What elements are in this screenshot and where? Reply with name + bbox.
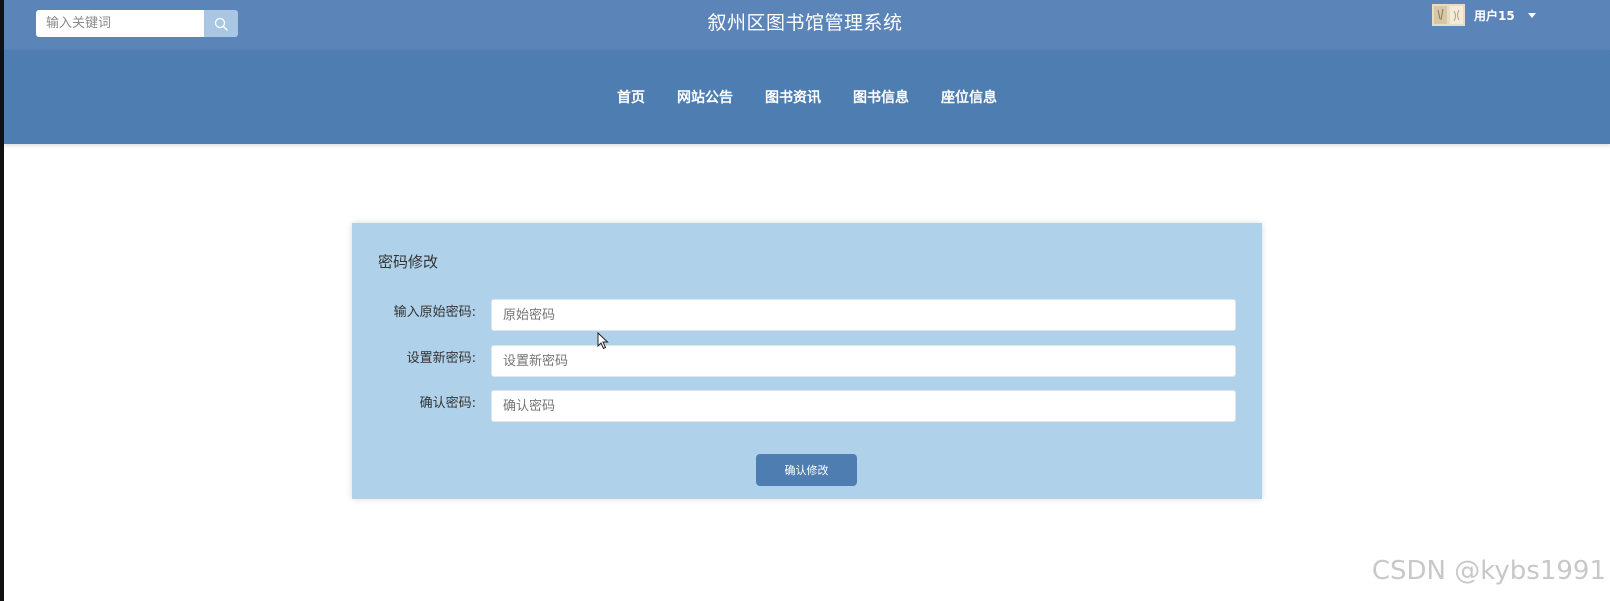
search-icon xyxy=(214,17,228,31)
new-password-label: 设置新密码: xyxy=(406,351,476,366)
top-bar: 用户15 xyxy=(4,0,1610,50)
form-row-old-password: 输入原始密码: xyxy=(352,299,1262,331)
mouse-cursor-icon xyxy=(597,332,609,350)
nav-item-home[interactable]: 首页 xyxy=(617,87,645,107)
password-change-card: 密码修改 输入原始密码: 设置新密码: 确认密码: 确认修改 xyxy=(352,223,1262,499)
nav-item-book-info[interactable]: 图书信息 xyxy=(853,87,909,107)
avatar[interactable] xyxy=(1432,4,1465,26)
caret-down-icon[interactable] xyxy=(1527,12,1536,18)
old-password-label: 输入原始密码: xyxy=(393,305,476,320)
nav-item-seat-info[interactable]: 座位信息 xyxy=(941,87,997,107)
form-row-confirm-password: 确认密码: xyxy=(352,390,1262,422)
confirm-password-input[interactable] xyxy=(491,390,1236,422)
search-box xyxy=(36,10,238,37)
confirm-change-button[interactable]: 确认修改 xyxy=(756,454,857,486)
old-password-input[interactable] xyxy=(491,299,1236,331)
watermark: CSDN @kybs1991 xyxy=(1371,556,1606,586)
confirm-password-label: 确认密码: xyxy=(419,396,476,411)
nav-list: 首页 网站公告 图书资讯 图书信息 座位信息 xyxy=(4,50,1610,144)
form-row-new-password: 设置新密码: xyxy=(352,345,1262,377)
search-input[interactable] xyxy=(36,10,204,37)
user-menu[interactable]: 用户15 xyxy=(1432,4,1536,26)
form-title: 密码修改 xyxy=(378,253,439,271)
main-nav: 首页 网站公告 图书资讯 图书信息 座位信息 xyxy=(4,50,1610,144)
search-button[interactable] xyxy=(204,10,238,37)
user-name[interactable]: 用户15 xyxy=(1474,7,1515,24)
nav-item-book-news[interactable]: 图书资讯 xyxy=(765,87,821,107)
nav-item-announcements[interactable]: 网站公告 xyxy=(677,87,733,107)
